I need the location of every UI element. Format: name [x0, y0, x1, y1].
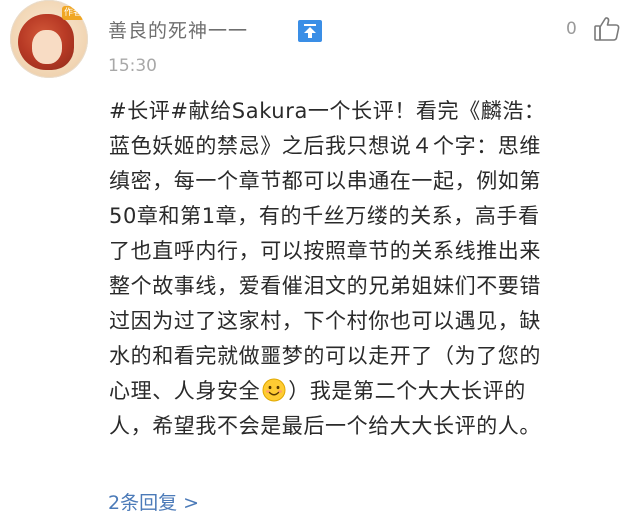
pin-top-icon — [298, 20, 322, 42]
comment-line-part: 心理、人身安全 — [109, 379, 261, 403]
comment-line-with-emoji: 心理、人身安全 ）我是第二个大大长评的 — [109, 374, 629, 409]
comment-line: #长评#献给Sakura一个长评！看完《麟浩： — [109, 99, 546, 123]
avatar-face — [32, 30, 62, 64]
username[interactable]: 善良的死神一一 — [108, 16, 248, 43]
comment-line: 过因为过了这家村，下个村你也可以遇见，缺 — [109, 309, 541, 333]
comment-line: 蓝色妖姬的禁忌》之后我只想说４个字：思维 — [109, 134, 541, 158]
comment-line: 水的和看完就做噩梦的可以走开了（为了您的 — [109, 344, 541, 368]
comment-line: 缜密，每一个章节都可以串通在一起，例如第 — [109, 169, 541, 193]
comment-line: 了也直呼内行，可以按照章节的关系线推出来 — [109, 239, 541, 263]
timestamp: 15:30 — [108, 56, 157, 76]
view-replies-link[interactable]: 2条回复 > — [108, 488, 199, 515]
thumbs-up-icon[interactable] — [592, 14, 622, 44]
comment-line: 50章和第1章，有的千丝万缕的关系，高手看 — [109, 204, 540, 228]
comment-line: 人，希望我不会是最后一个给大大长评的人。 — [109, 414, 541, 438]
author-badge: 作者 — [62, 6, 84, 20]
smiling-face-emoji — [262, 378, 286, 402]
comment-line-part: ）我是第二个大大长评的 — [288, 379, 526, 403]
comment-body: #长评#献给Sakura一个长评！看完《麟浩： 蓝色妖姬的禁忌》之后我只想说４个… — [109, 94, 629, 444]
like-count: 0 — [566, 19, 577, 39]
avatar[interactable]: 作者 — [10, 0, 88, 78]
comment-line: 整个故事线，爱看催泪文的兄弟姐妹们不要错 — [109, 274, 541, 298]
